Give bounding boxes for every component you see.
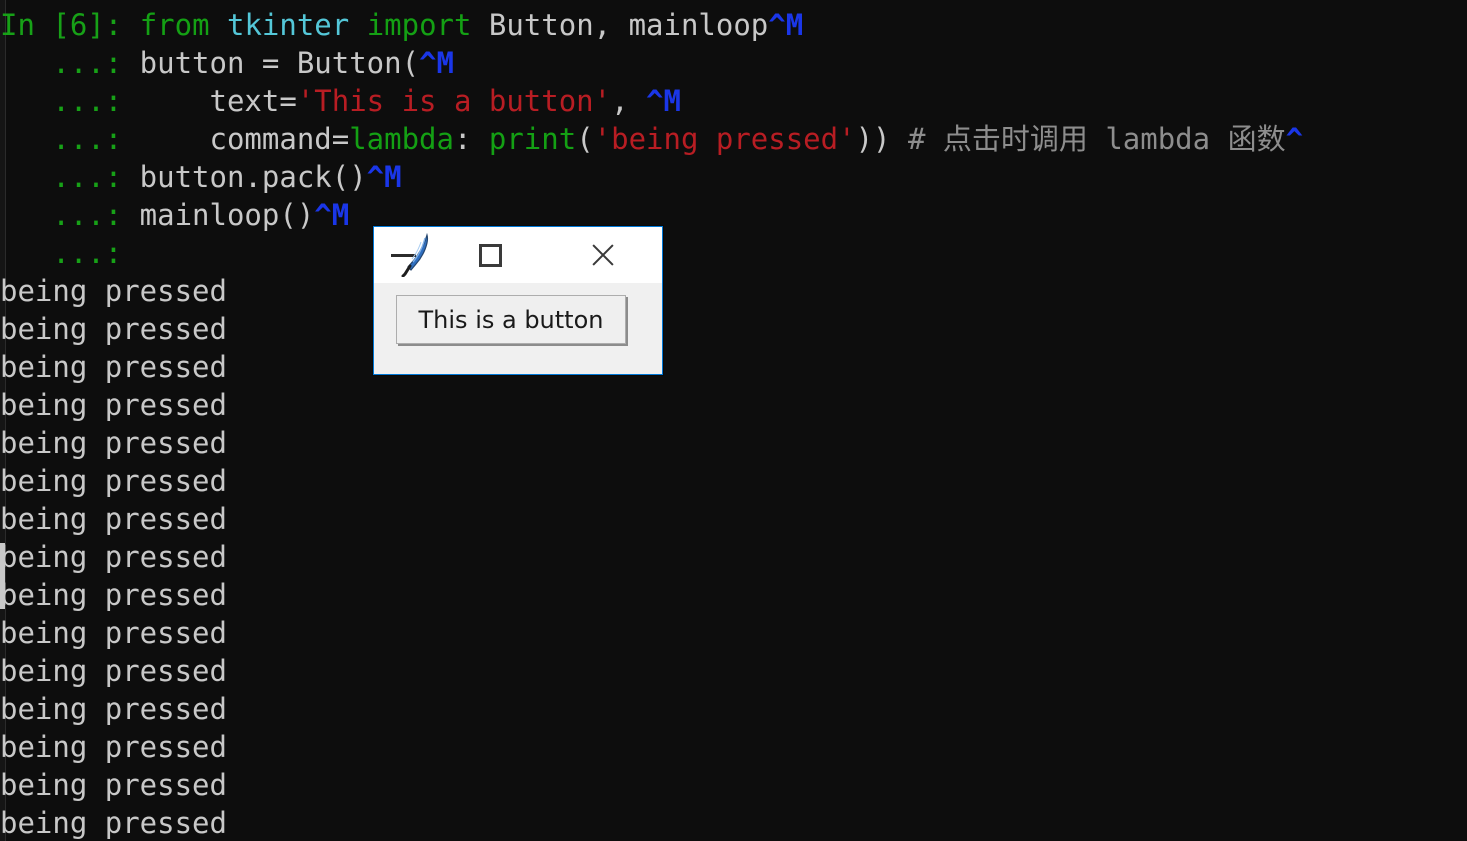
output-text: being pressed bbox=[0, 692, 227, 726]
terminal-output-line: being pressed bbox=[0, 576, 1467, 614]
prompt-continuation: ...: bbox=[0, 122, 123, 156]
output-text: being pressed bbox=[0, 312, 227, 346]
terminal-output-line: being pressed bbox=[0, 804, 1467, 841]
code-token: mainloop() bbox=[122, 198, 315, 232]
code-token: command= bbox=[122, 122, 350, 156]
terminal-code-line: ...: bbox=[0, 234, 1467, 272]
code-token: ^M bbox=[314, 198, 350, 232]
output-text: being pressed bbox=[0, 464, 227, 498]
maximize-button[interactable] bbox=[460, 227, 520, 283]
code-token: import bbox=[366, 8, 472, 42]
code-token: ^ bbox=[1285, 122, 1304, 156]
terminal-output-line: being pressed bbox=[0, 424, 1467, 462]
terminal-output-line: being pressed bbox=[0, 728, 1467, 766]
code-token: button = Button( bbox=[122, 46, 420, 80]
code-token: , bbox=[611, 84, 647, 118]
code-token: : bbox=[453, 122, 489, 156]
code-token: 'being pressed' bbox=[593, 122, 856, 156]
output-text: being pressed bbox=[0, 616, 227, 650]
tkinter-titlebar[interactable] bbox=[374, 227, 662, 283]
output-text: being pressed bbox=[0, 502, 227, 536]
tkinter-window[interactable]: This is a button bbox=[373, 226, 663, 375]
output-text: being pressed bbox=[0, 540, 227, 574]
terminal-code-line: ...: button = Button(^M bbox=[0, 44, 1467, 82]
terminal-code-line: ...: button.pack()^M bbox=[0, 158, 1467, 196]
this-is-a-button[interactable]: This is a button bbox=[396, 295, 626, 344]
terminal-code-line: In [6]: from tkinter import Button, main… bbox=[0, 6, 1467, 44]
code-token: 'This is a button' bbox=[296, 84, 612, 118]
code-token: )) bbox=[855, 122, 908, 156]
code-token: ( bbox=[576, 122, 594, 156]
terminal-code-line: ...: command=lambda: print('being presse… bbox=[0, 120, 1467, 158]
terminal-console[interactable]: In [6]: from tkinter import Button, main… bbox=[0, 0, 1467, 841]
terminal-output-line: being pressed bbox=[0, 614, 1467, 652]
tkinter-window-body: This is a button bbox=[374, 283, 662, 374]
terminal-code-line: ...: mainloop()^M bbox=[0, 196, 1467, 234]
code-token: ^M bbox=[646, 84, 681, 118]
output-text: being pressed bbox=[0, 274, 227, 308]
terminal-output-line: being pressed bbox=[0, 500, 1467, 538]
output-text: being pressed bbox=[0, 730, 227, 764]
code-token: Button, mainloop bbox=[471, 8, 769, 42]
output-text: being pressed bbox=[0, 426, 227, 460]
terminal-output-line: being pressed bbox=[0, 766, 1467, 804]
code-token: ^M bbox=[419, 46, 454, 80]
close-button[interactable] bbox=[572, 227, 632, 283]
code-token: lambda bbox=[349, 122, 454, 156]
code-token: text= bbox=[122, 84, 297, 118]
prompt-continuation: ...: bbox=[0, 236, 123, 270]
terminal-output-line: being pressed bbox=[0, 386, 1467, 424]
code-token: ^M bbox=[366, 160, 402, 194]
close-icon bbox=[588, 241, 616, 269]
terminal-output-line: being pressed bbox=[0, 462, 1467, 500]
terminal-output-line: being pressed bbox=[0, 348, 1467, 386]
output-text: being pressed bbox=[0, 388, 227, 422]
terminal-output-line: being pressed bbox=[0, 652, 1467, 690]
output-text: being pressed bbox=[0, 578, 227, 612]
terminal-text-area: In [6]: from tkinter import Button, main… bbox=[0, 6, 1467, 841]
tk-feather-icon bbox=[401, 233, 429, 277]
code-token: tkinter bbox=[227, 8, 350, 42]
code-token: # 点击时调用 lambda 函数 bbox=[907, 122, 1286, 156]
prompt-continuation: ...: bbox=[0, 46, 123, 80]
terminal-code-line: ...: text='This is a button', ^M bbox=[0, 82, 1467, 120]
code-token: from bbox=[139, 8, 210, 42]
code-token: print bbox=[488, 122, 577, 156]
terminal-output-line: being pressed bbox=[0, 690, 1467, 728]
output-text: being pressed bbox=[0, 768, 227, 802]
prompt-continuation: ...: bbox=[0, 160, 123, 194]
output-text: being pressed bbox=[0, 654, 227, 688]
prompt-in: In [6]: bbox=[0, 8, 123, 42]
terminal-output-line: being pressed bbox=[0, 538, 1467, 576]
output-text: being pressed bbox=[0, 350, 227, 384]
terminal-output-line: being pressed bbox=[0, 272, 1467, 310]
terminal-output-line: being pressed bbox=[0, 310, 1467, 348]
maximize-icon bbox=[478, 243, 502, 267]
prompt-continuation: ...: bbox=[0, 198, 123, 232]
code-token: ^M bbox=[768, 8, 804, 42]
prompt-continuation: ...: bbox=[0, 84, 123, 118]
output-text: being pressed bbox=[0, 806, 227, 840]
code-token: button.pack() bbox=[122, 160, 367, 194]
